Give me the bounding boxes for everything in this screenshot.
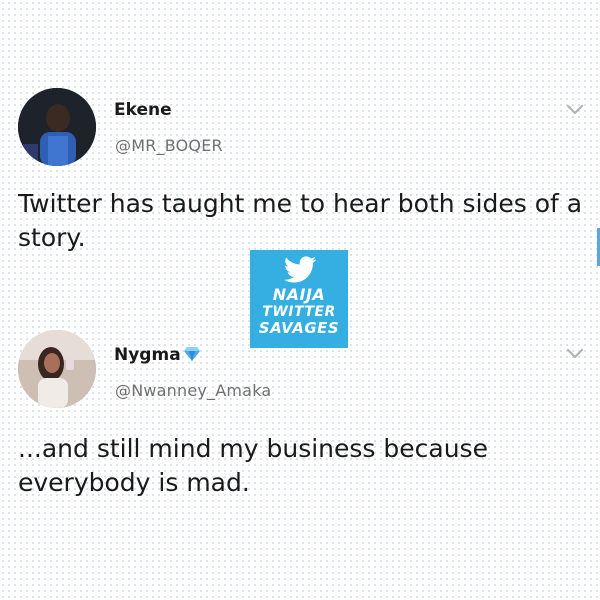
tweet-text: Twitter has taught me to hear both sides…: [18, 189, 583, 252]
profile-photo-icon: [18, 88, 96, 166]
avatar[interactable]: [18, 330, 96, 408]
display-name-text: Nygma: [114, 345, 181, 365]
profile-photo-icon: [18, 330, 96, 408]
display-name[interactable]: Ekene: [114, 100, 172, 120]
avatar[interactable]: [18, 88, 96, 166]
chevron-down-icon[interactable]: [566, 104, 584, 116]
logo-text-line: NAIJA: [272, 285, 326, 304]
tweet-text: ...and still mind my business because ev…: [18, 434, 488, 497]
display-name[interactable]: Nygma: [114, 345, 201, 365]
blue-diamond-icon: [183, 347, 200, 361]
user-handle[interactable]: @MR_BOQER: [115, 136, 223, 155]
chevron-down-icon[interactable]: [566, 348, 584, 360]
user-handle[interactable]: @Nwanney_Amaka: [115, 381, 271, 400]
logo-text-line: TWITTER: [262, 304, 336, 320]
twitter-bird-icon: [284, 256, 317, 283]
tweet-card[interactable]: Ekene @MR_BOQER Twitter has taught me to…: [0, 0, 600, 255]
